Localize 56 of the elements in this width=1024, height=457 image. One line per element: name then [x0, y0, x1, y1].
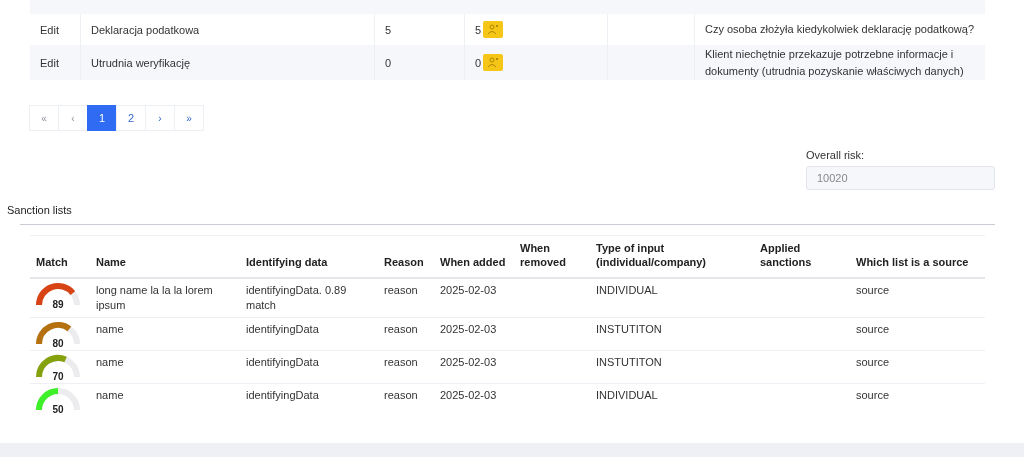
edit-link[interactable]: Edit: [40, 23, 59, 36]
match-value: 89: [52, 298, 64, 309]
page-button[interactable]: 1: [87, 105, 117, 131]
table-cell: name: [96, 389, 124, 402]
table-cell: reason: [384, 323, 418, 336]
column-header: Type of input (individual/company): [596, 242, 706, 269]
overall-risk-field[interactable]: 10020: [806, 166, 995, 190]
table-cell: 0: [475, 56, 482, 69]
column-header: Identifying data: [246, 256, 328, 269]
column-header: Which list is a source: [856, 256, 969, 269]
edit-link[interactable]: Edit: [40, 56, 59, 69]
table-cell: INSTUTITON: [596, 323, 662, 336]
table-cell: identifyingData: [246, 389, 319, 402]
table-cell: Klient niechętnie przekazuje potrzebne informacje i dokumenty (utrudnia pozyskanie właściwych danych): [705, 48, 964, 77]
person-x-badge-icon: [483, 54, 504, 71]
table-cell: 2025-02-03: [440, 283, 497, 296]
match-value: 50: [52, 404, 64, 415]
page-button[interactable]: 2: [116, 105, 146, 131]
table-cell: source: [856, 283, 890, 296]
table-cell: 5: [385, 23, 392, 36]
pager-nav-button[interactable]: »: [174, 105, 204, 131]
pager-nav-button[interactable]: ›: [145, 105, 175, 131]
column-header: Reason: [384, 256, 424, 269]
table-cell: source: [856, 356, 890, 369]
column-header: Applied sanctions: [760, 242, 812, 269]
column-header: Match: [36, 256, 68, 269]
table-cell: name: [96, 323, 124, 336]
table-cell: 2025-02-03: [440, 356, 497, 369]
table-cell: INSTUTITON: [596, 356, 662, 369]
column-header: When removed: [520, 242, 566, 269]
table-cell: 2025-02-03: [440, 389, 497, 402]
table-cell: name: [96, 356, 124, 369]
table-cell: reason: [384, 356, 418, 369]
table-cell: source: [856, 389, 890, 402]
table-cell: INDIVIDUAL: [596, 389, 658, 402]
table-cell: Deklaracja podatkowa: [91, 23, 200, 36]
table-cell: Czy osoba złożyła kiedykolwiek deklarację podatkową?: [705, 23, 975, 36]
table-cell: INDIVIDUAL: [596, 283, 658, 296]
table-cell: identifyingData: [246, 323, 319, 336]
section-title: Sanction lists: [7, 204, 73, 216]
table-cell: identifyingData: [246, 356, 319, 369]
table-cell: reason: [384, 389, 418, 402]
table-cell: 0: [385, 56, 392, 69]
table-cell: reason: [384, 283, 418, 296]
person-x-badge-icon: [483, 21, 504, 38]
match-value: 80: [52, 338, 64, 349]
table-cell: 5: [475, 23, 482, 36]
table-cell: Utrudnia weryfikację: [91, 56, 191, 69]
table-cell: 2025-02-03: [440, 323, 497, 336]
match-value: 70: [52, 371, 64, 382]
table-cell: long name la la la lorem ipsum: [96, 283, 213, 311]
overall-risk-label: Overall risk:: [806, 149, 866, 161]
column-header: When added: [440, 256, 506, 269]
table-cell: identifyingData. 0.89 match: [246, 283, 347, 311]
table-cell: source: [856, 323, 890, 336]
column-header: Name: [96, 256, 126, 269]
